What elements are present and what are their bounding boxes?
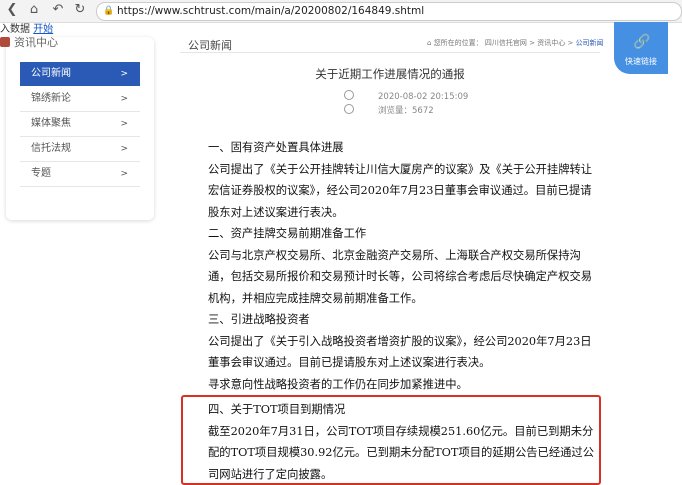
home-icon[interactable]: ⌂ [26, 2, 42, 18]
back-icon[interactable]: ❮ [4, 2, 20, 18]
sidebar-item-jinxiu[interactable]: 锦绣新论 > [20, 87, 140, 112]
sidebar-item-company-news[interactable]: 公司新闻 > [20, 62, 140, 86]
paragraph: 公司提出了《关于公开挂牌转让川信大厦房产的议案》及《关于公开挂牌转让宏信证券股权… [186, 159, 596, 224]
article-views: 浏览量：5672 [344, 104, 434, 116]
sidebar-item-media[interactable]: 媒体聚焦 > [20, 112, 140, 137]
sidebar-header: 资讯中心 [0, 37, 84, 49]
paragraph: 寻求意向性战略投资者的工作仍在同步加紧推进中。 [186, 374, 596, 396]
link-icon: 🔗 [633, 34, 650, 50]
section-heading: 二、资产挂牌交易前期准备工作 [186, 223, 596, 245]
browser-toolbar: ❮ ⌂ ↶ ↻ 🔒 https://www.schtrust.com/main/… [0, 0, 682, 23]
section-heading: 三、引进战略投资者 [186, 309, 596, 331]
bookmark-bar: 入数据 开始 [0, 23, 53, 36]
clock-icon [344, 90, 354, 100]
sidebar-item-special[interactable]: 专题 > [20, 162, 140, 187]
highlight-box [181, 395, 601, 485]
sidebar-item-regulations[interactable]: 信托法规 > [20, 137, 140, 162]
undo-icon[interactable]: ↶ [50, 2, 66, 18]
chevron-right-icon: > [120, 137, 128, 161]
bookmark-start-link[interactable]: 开始 [33, 24, 53, 35]
url-text: https://www.schtrust.com/main/a/20200802… [117, 3, 424, 20]
chevron-right-icon: > [120, 62, 128, 86]
bookmark-prefix: 入数据 [0, 24, 30, 35]
article-date: 2020-08-02 20:15:09 [344, 90, 468, 102]
chevron-right-icon: > [120, 112, 128, 136]
breadcrumb-current[interactable]: 公司新闻 [576, 39, 604, 47]
reload-icon[interactable]: ↻ [72, 2, 88, 18]
breadcrumb: ⌂ 您所在的位置： 四川信托官网 > 资讯中心 > 公司新闻 [427, 38, 604, 48]
breadcrumb-label: 您所在的位置： [434, 39, 483, 47]
breadcrumb-path[interactable]: 四川信托官网 > 资讯中心 > [485, 39, 576, 47]
lock-icon: 🔒 [103, 3, 114, 20]
section-title: 公司新闻 [188, 37, 232, 53]
location-icon: ⌂ [427, 39, 431, 47]
section-heading: 一、固有资产处置具体进展 [186, 137, 596, 159]
address-bar[interactable]: 🔒 https://www.schtrust.com/main/a/202008… [96, 2, 682, 21]
divider [180, 52, 600, 53]
eye-icon [344, 104, 354, 114]
quick-link-button[interactable]: 🔗 快速链接 [614, 22, 668, 74]
paragraph: 公司与北京产权交易所、北京金融资产交易所、上海联合产权交易所保持沟通，包括交易所… [186, 245, 596, 310]
paragraph: 公司提出了《关于引入战略投资者增资扩股的议案》，经公司2020年7月23日董事会… [186, 331, 596, 374]
chevron-right-icon: > [120, 162, 128, 186]
chevron-right-icon: > [120, 87, 128, 111]
article-title: 关于近期工作进展情况的通报 [180, 66, 600, 82]
quick-link-label: 快速链接 [614, 56, 668, 67]
